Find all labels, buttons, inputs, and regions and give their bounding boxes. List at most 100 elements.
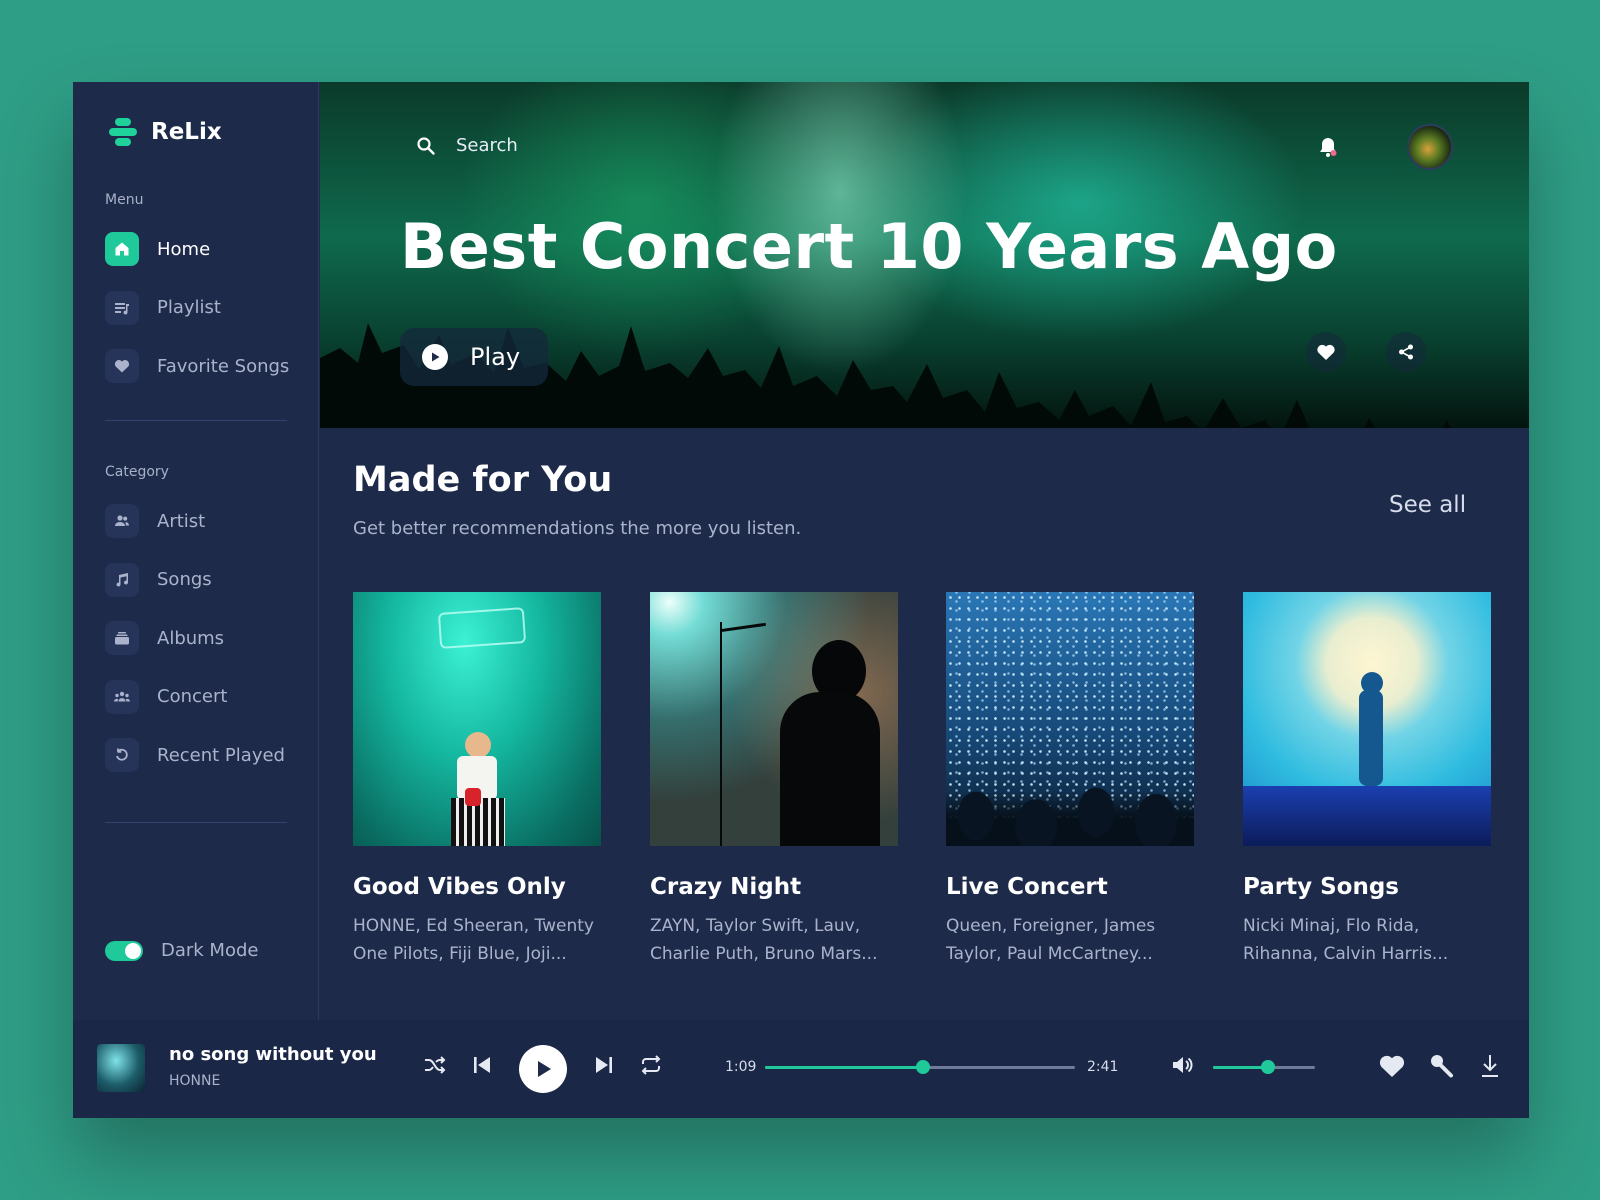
hero-play-button[interactable]: Play [400, 328, 548, 386]
hero-banner: Search Best Concert 10 Years Ago Play [320, 82, 1529, 428]
home-icon [105, 232, 139, 267]
card-artists: HONNE, Ed Sheeran, Twenty One Pilots, Fi… [353, 916, 594, 964]
sidebar-item-label: Albums [157, 627, 225, 649]
sidebar-item-label: Artist [157, 510, 206, 532]
volume-fill [1213, 1066, 1269, 1069]
card-title[interactable]: Crazy Night [650, 874, 898, 900]
share-icon [1399, 344, 1413, 360]
app-name: ReLix [151, 119, 222, 145]
card-title[interactable]: Live Concert [946, 874, 1194, 900]
playlist-card-crazy-night[interactable]: Crazy Night ZAYN, Taylor Swift, Lauv, Ch… [650, 592, 898, 968]
volume-slider[interactable] [1213, 1060, 1315, 1074]
notification-bell-icon[interactable] [1318, 136, 1338, 162]
sidebar-item-songs[interactable]: Songs [105, 551, 305, 610]
dark-mode-label: Dark Mode [161, 940, 259, 961]
microphone-icon [1431, 1055, 1453, 1078]
playlist-card-live-concert[interactable]: Live Concert Queen, Foreigner, James Tay… [946, 592, 1194, 968]
share-button[interactable] [1386, 332, 1426, 372]
shuffle-icon [425, 1056, 446, 1074]
sidebar-item-concert[interactable]: Concert [105, 668, 305, 727]
next-icon [596, 1057, 612, 1073]
repeat-icon [641, 1055, 661, 1075]
volume-button[interactable] [1171, 1054, 1195, 1076]
logo-icon [109, 116, 137, 148]
now-playing-title: no song without you [169, 1044, 377, 1065]
sidebar-item-label: Playlist [157, 297, 221, 319]
user-avatar[interactable] [1407, 124, 1453, 170]
playlist-card-party-songs[interactable]: Party Songs Nicki Minaj, Flo Rida, Rihan… [1243, 592, 1491, 968]
sidebar-divider [105, 420, 287, 421]
heart-icon [1379, 1055, 1405, 1077]
heart-icon [105, 349, 139, 384]
now-playing-thumbnail[interactable] [97, 1044, 145, 1092]
app-window: ReLix Menu Home Playlist Favorite Songs … [73, 82, 1529, 1118]
sidebar-item-artist[interactable]: Artist [105, 492, 305, 551]
card-cover-image[interactable] [353, 592, 601, 846]
total-duration: 2:41 [1087, 1059, 1119, 1075]
like-song-button[interactable] [1378, 1053, 1406, 1079]
volume-icon [1173, 1057, 1193, 1073]
progress-fill [765, 1066, 924, 1069]
playlist-card-good-vibes[interactable]: Good Vibes Only HONNE, Ed Sheeran, Twent… [353, 592, 601, 968]
sidebar-item-playlist[interactable]: Playlist [105, 279, 305, 338]
dark-mode-setting: Dark Mode [105, 940, 258, 961]
hero-title: Best Concert 10 Years Ago [400, 210, 1338, 283]
music-note-icon [105, 562, 139, 597]
lyrics-mic-button[interactable] [1429, 1053, 1455, 1079]
sidebar-item-label: Favorite Songs [157, 355, 290, 377]
sidebar-item-recent-played[interactable]: Recent Played [105, 726, 305, 785]
sidebar-item-label: Concert [157, 686, 228, 708]
sidebar-item-label: Songs [157, 569, 212, 591]
sidebar-item-albums[interactable]: Albums [105, 609, 305, 668]
progress-handle[interactable] [916, 1060, 931, 1074]
player-bar: no song without you HONNE 1:09 2:41 [73, 1020, 1529, 1118]
section-subtitle: Get better recommendations the more you … [353, 518, 802, 539]
section-title: Made for You [353, 460, 613, 500]
next-button[interactable] [593, 1054, 615, 1076]
favorite-button[interactable] [1306, 332, 1346, 372]
sidebar-item-favorite-songs[interactable]: Favorite Songs [105, 337, 305, 396]
album-icon [105, 621, 139, 656]
download-button[interactable] [1479, 1053, 1501, 1079]
menu-nav: Home Playlist Favorite Songs [105, 220, 305, 396]
previous-button[interactable] [471, 1054, 493, 1076]
card-cover-image[interactable] [946, 592, 1194, 846]
sidebar-item-label: Home [157, 238, 211, 260]
card-artists: ZAYN, Taylor Swift, Lauv, Charlie Puth, … [650, 916, 878, 964]
play-icon [422, 344, 448, 370]
play-icon [538, 1061, 551, 1077]
search-bar[interactable]: Search [416, 135, 518, 156]
heart-icon [1317, 344, 1335, 360]
sidebar: ReLix Menu Home Playlist Favorite Songs … [73, 82, 319, 1020]
shuffle-button[interactable] [423, 1054, 447, 1076]
logo[interactable]: ReLix [109, 116, 222, 148]
repeat-button[interactable] [639, 1054, 663, 1076]
now-playing-artist: HONNE [169, 1073, 221, 1089]
progress-slider[interactable] [765, 1060, 1075, 1074]
card-title[interactable]: Party Songs [1243, 874, 1491, 900]
sidebar-item-label: Recent Played [157, 744, 285, 766]
card-title[interactable]: Good Vibes Only [353, 874, 601, 900]
card-artists: Nicki Minaj, Flo Rida, Rihanna, Calvin H… [1243, 916, 1449, 964]
download-icon [1482, 1055, 1498, 1077]
see-all-link[interactable]: See all [1389, 492, 1466, 518]
card-artists: Queen, Foreigner, James Taylor, Paul McC… [946, 916, 1156, 964]
crowd-icon [105, 679, 139, 714]
search-input[interactable]: Search [456, 135, 518, 156]
category-nav: Artist Songs Albums Concert Recent Playe… [105, 492, 305, 785]
volume-handle[interactable] [1261, 1060, 1276, 1074]
previous-icon [474, 1057, 490, 1073]
sidebar-item-home[interactable]: Home [105, 220, 305, 279]
elapsed-time: 1:09 [725, 1059, 757, 1075]
card-cover-image[interactable] [1243, 592, 1491, 846]
search-icon [417, 136, 435, 155]
card-cover-image[interactable] [650, 592, 898, 846]
playlist-icon [105, 290, 139, 325]
sidebar-divider [105, 822, 287, 823]
play-label: Play [470, 343, 521, 371]
dark-mode-toggle[interactable] [105, 940, 143, 961]
menu-heading: Menu [105, 192, 144, 208]
users-icon [105, 504, 139, 539]
play-pause-button[interactable] [519, 1045, 567, 1093]
history-icon [105, 738, 139, 773]
